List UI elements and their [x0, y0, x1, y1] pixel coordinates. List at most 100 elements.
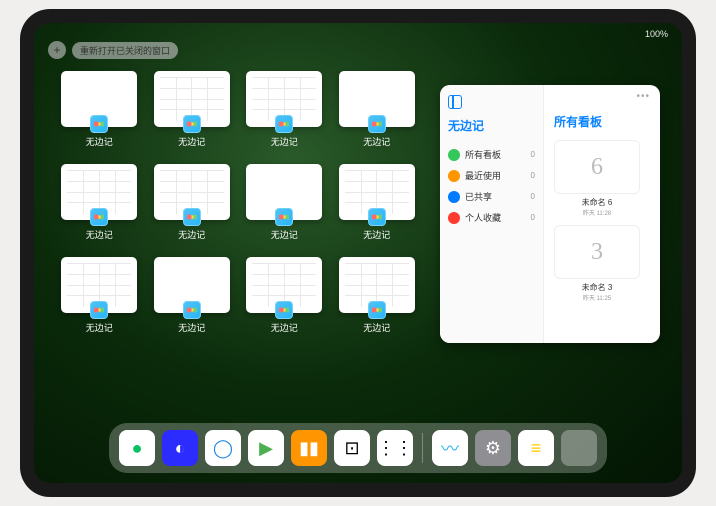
sidebar-item-count: 0	[531, 213, 535, 222]
app-thumbnail[interactable]	[339, 164, 415, 220]
app-switcher-grid: 无边记无边记无边记无边记无边记无边记无边记无边记无边记无边记无边记无边记	[58, 71, 418, 334]
app-thumbnail[interactable]	[339, 257, 415, 313]
app-label: 无边记	[86, 228, 113, 241]
board-label: 未命名 6	[554, 197, 640, 208]
board-label: 未命名 3	[554, 282, 640, 293]
app-window[interactable]: 无边记	[243, 257, 326, 334]
sidebar-item-count: 0	[531, 192, 535, 201]
sidebar-item-label: 已共享	[465, 190, 492, 203]
freeform-app-icon	[90, 301, 108, 319]
app-window[interactable]: 无边记	[336, 164, 419, 241]
panel-right-title: 所有看板	[554, 113, 650, 130]
app-label: 无边记	[86, 321, 113, 334]
app-label: 无边记	[363, 135, 390, 148]
sidebar-item-label: 个人收藏	[465, 211, 501, 224]
battery-text: 100%	[645, 29, 668, 39]
wechat-icon[interactable]: ●	[119, 430, 155, 466]
panel-left-title: 无边记	[448, 117, 535, 134]
freeform-app-icon	[368, 208, 386, 226]
app-window[interactable]: 无边记	[151, 164, 234, 241]
freeform-app-icon	[183, 208, 201, 226]
app-thumbnail[interactable]	[246, 71, 322, 127]
board-sublabel: 昨天 11:25	[554, 293, 640, 302]
app-window[interactable]: 无边记	[336, 71, 419, 148]
sidebar-toggle-icon[interactable]	[448, 95, 462, 109]
freeform-app-icon	[90, 208, 108, 226]
app-window[interactable]: 无边记	[336, 257, 419, 334]
board-card[interactable]: 6 未命名 6昨天 11:28	[554, 140, 640, 217]
top-controls: + 重新打开已关闭的窗口	[48, 41, 178, 59]
notes-icon[interactable]: ≡	[518, 430, 554, 466]
dock-separator	[422, 433, 423, 463]
qq-browser-icon[interactable]: ◯	[205, 430, 241, 466]
books-icon[interactable]: ▮▮	[291, 430, 327, 466]
status-bar: 100%	[645, 29, 668, 39]
app-window[interactable]: 无边记	[243, 164, 326, 241]
freeform-app-icon	[90, 115, 108, 133]
app-folder-icon[interactable]	[561, 430, 597, 466]
app-window[interactable]: 无边记	[58, 164, 141, 241]
nodes-icon[interactable]: ⋮⋮	[377, 430, 413, 466]
panel-content: ••• 所有看板 6 未命名 6昨天 11:28 3 未命名 3昨天 11:25	[544, 85, 660, 343]
app-thumbnail[interactable]	[154, 257, 230, 313]
dock: ●◐◯▶▮▮⊡⋮⋮ 〰⚙≡	[109, 423, 607, 473]
sidebar-item-count: 0	[531, 150, 535, 159]
sidebar-item[interactable]: 个人收藏 0	[448, 207, 535, 228]
app-label: 无边记	[363, 228, 390, 241]
ipad-device: 100% + 重新打开已关闭的窗口 无边记无边记无边记无边记无边记无边记无边记无…	[20, 9, 696, 497]
app-label: 无边记	[178, 228, 205, 241]
board-card[interactable]: 3 未命名 3昨天 11:25	[554, 225, 640, 302]
quark-icon[interactable]: ◐	[162, 430, 198, 466]
dice-icon[interactable]: ⊡	[334, 430, 370, 466]
more-icon[interactable]: •••	[636, 91, 650, 102]
sidebar-item-label: 最近使用	[465, 169, 501, 182]
app-thumbnail[interactable]	[61, 257, 137, 313]
freeform-panel[interactable]: 无边记 所有看板0最近使用0已共享0个人收藏0 ••• 所有看板 6未命名 6昨…	[440, 85, 660, 343]
settings-icon[interactable]: ⚙	[475, 430, 511, 466]
app-window[interactable]: 无边记	[243, 71, 326, 148]
sidebar-item-icon	[448, 212, 460, 224]
freeform-app-icon	[368, 115, 386, 133]
freeform-app-icon	[183, 301, 201, 319]
play-icon[interactable]: ▶	[248, 430, 284, 466]
sidebar-item[interactable]: 最近使用 0	[448, 165, 535, 186]
sidebar-item-count: 0	[531, 171, 535, 180]
sidebar-item-icon	[448, 149, 460, 161]
app-window[interactable]: 无边记	[151, 71, 234, 148]
app-label: 无边记	[86, 135, 113, 148]
freeform-app-icon	[368, 301, 386, 319]
app-label: 无边记	[271, 135, 298, 148]
board-thumbnail[interactable]: 3	[554, 225, 640, 279]
ipad-screen: 100% + 重新打开已关闭的窗口 无边记无边记无边记无边记无边记无边记无边记无…	[34, 23, 682, 483]
freeform-icon[interactable]: 〰	[432, 430, 468, 466]
freeform-app-icon	[275, 208, 293, 226]
board-thumbnail[interactable]: 6	[554, 140, 640, 194]
sidebar-item-label: 所有看板	[465, 148, 501, 161]
freeform-app-icon	[275, 115, 293, 133]
app-window[interactable]: 无边记	[58, 71, 141, 148]
app-thumbnail[interactable]	[61, 164, 137, 220]
sidebar-item[interactable]: 已共享 0	[448, 186, 535, 207]
app-thumbnail[interactable]	[154, 71, 230, 127]
app-thumbnail[interactable]	[246, 257, 322, 313]
app-label: 无边记	[178, 321, 205, 334]
app-window[interactable]: 无边记	[151, 257, 234, 334]
app-label: 无边记	[271, 228, 298, 241]
sidebar-item-icon	[448, 170, 460, 182]
app-thumbnail[interactable]	[154, 164, 230, 220]
app-thumbnail[interactable]	[339, 71, 415, 127]
freeform-app-icon	[183, 115, 201, 133]
app-window[interactable]: 无边记	[58, 257, 141, 334]
app-thumbnail[interactable]	[61, 71, 137, 127]
app-label: 无边记	[363, 321, 390, 334]
sidebar-item-icon	[448, 191, 460, 203]
board-sublabel: 昨天 11:28	[554, 208, 640, 217]
panel-sidebar: 无边记 所有看板 0 最近使用 0 已共享 0 个人收藏 0	[440, 85, 544, 343]
app-thumbnail[interactable]	[246, 164, 322, 220]
app-label: 无边记	[178, 135, 205, 148]
reopen-closed-window-button[interactable]: 重新打开已关闭的窗口	[72, 42, 178, 59]
add-button[interactable]: +	[48, 41, 66, 59]
freeform-app-icon	[275, 301, 293, 319]
app-label: 无边记	[271, 321, 298, 334]
sidebar-item[interactable]: 所有看板 0	[448, 144, 535, 165]
